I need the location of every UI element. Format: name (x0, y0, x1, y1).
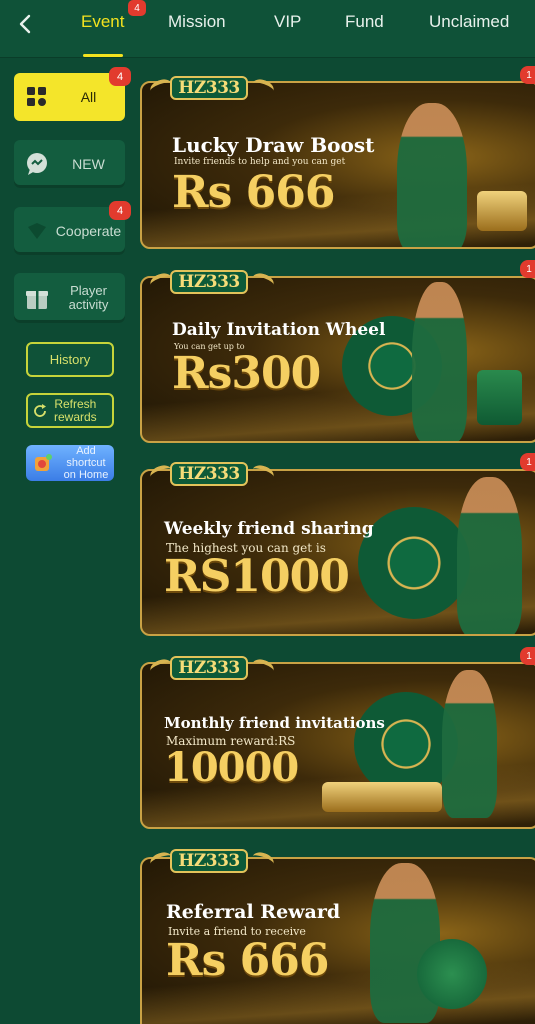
banner-amount: Rs300 (172, 348, 321, 399)
app-shortcut-icon (32, 452, 54, 474)
brand-logo: HZ333 (170, 76, 248, 100)
history-label: History (49, 351, 91, 367)
banner-title: Weekly friend sharing (164, 519, 374, 539)
tab-active-indicator (83, 54, 123, 57)
tab-vip[interactable]: VIP (274, 12, 301, 36)
tab-event[interactable]: Event (81, 12, 124, 36)
banner-badge: 1 (520, 66, 535, 84)
banner-amount: 10000 (164, 744, 299, 791)
tab-fund-label: Fund (345, 12, 384, 31)
banner-badge: 1 (520, 647, 535, 665)
event-banner-daily-wheel[interactable]: Daily Invitation Wheel You can get up to… (140, 276, 535, 443)
banner-subtitle: Invite friends to help and you can get (174, 157, 346, 167)
hostess-illustration (457, 477, 522, 634)
refresh-icon (34, 403, 46, 417)
event-banner-weekly-sharing[interactable]: Weekly friend sharing The highest you ca… (140, 469, 535, 636)
history-button[interactable]: History (26, 342, 114, 377)
friends-icon (417, 939, 487, 1009)
player-activity-line1: Player (70, 282, 107, 298)
sidebar-badge: 4 (109, 201, 131, 220)
banner-badge: 1 (520, 453, 535, 471)
tab-event-label: Event (81, 12, 125, 31)
banner-amount: Rs 666 (172, 167, 336, 218)
brand-logo: HZ333 (170, 849, 248, 873)
chat-icon (22, 149, 52, 179)
shield-icon (22, 216, 52, 246)
sidebar-item-all[interactable]: All 4 (14, 67, 131, 121)
banner-amount: RS1000 (164, 551, 350, 602)
tab-fund[interactable]: Fund (345, 12, 384, 36)
back-button[interactable] (12, 10, 38, 38)
player-activity-line2: activity (68, 297, 109, 312)
add-shortcut-button[interactable]: Add shortcut on Home (26, 445, 114, 481)
tab-mission-label: Mission (168, 12, 226, 31)
banner-badge: 1 (520, 260, 535, 278)
banner-title: Lucky Draw Boost (172, 133, 375, 157)
banner-title: Monthly friend invitations (164, 714, 385, 732)
event-banner-lucky-draw[interactable]: Lucky Draw Boost Invite friends to help … (140, 81, 535, 249)
refresh-line2: rewards (54, 409, 97, 424)
hostess-illustration (412, 282, 467, 441)
sidebar-item-label: Cooperate (55, 223, 122, 239)
top-nav: Event 4 Mission VIP Fund Unclaimed (0, 0, 535, 58)
sidebar-item-label: All (80, 89, 97, 105)
hostess-illustration (397, 103, 467, 247)
sidebar-item-new[interactable]: NEW (14, 140, 125, 188)
treasure-chest-illustration (477, 191, 527, 231)
brand-logo: HZ333 (170, 656, 248, 680)
gift-icon (22, 283, 52, 313)
prize-wheel-illustration (358, 507, 470, 619)
event-banner-monthly-invitations[interactable]: Monthly friend invitations Maximum rewar… (140, 662, 535, 829)
add-shortcut-line2: on Home (63, 469, 109, 482)
sidebar-item-label: Player activity (52, 282, 125, 313)
add-shortcut-line1: Add shortcut (66, 444, 106, 469)
tab-vip-label: VIP (274, 12, 302, 31)
sidebar-item-cooperate[interactable]: Cooperate 4 (14, 201, 131, 255)
brand-logo: HZ333 (170, 270, 248, 294)
gold-coins-illustration (322, 782, 442, 812)
hostess-illustration (442, 670, 497, 818)
refresh-rewards-button[interactable]: Refresh rewards (26, 393, 114, 428)
tab-event-badge: 4 (128, 0, 146, 16)
event-banner-referral-reward[interactable]: Referral Reward Invite a friend to recei… (140, 857, 535, 1024)
brand-logo: HZ333 (170, 462, 248, 486)
tab-unclaimed[interactable]: Unclaimed (429, 12, 509, 36)
banner-amount: Rs 666 (166, 935, 330, 986)
tab-mission[interactable]: Mission (168, 12, 226, 36)
sidebar-item-player-activity[interactable]: Player activity (14, 273, 125, 323)
add-shortcut-label: Add shortcut on Home (58, 445, 114, 481)
grid-icon (22, 82, 52, 112)
sidebar-item-label: NEW (72, 156, 105, 172)
refresh-rewards-label: Refresh rewards (54, 398, 97, 423)
banner-title: Daily Invitation Wheel (172, 320, 386, 340)
banner-title: Referral Reward (166, 901, 341, 923)
tab-unclaimed-label: Unclaimed (429, 12, 510, 31)
friends-icon (477, 370, 522, 425)
chevron-left-icon (19, 14, 31, 34)
sidebar-badge: 4 (109, 67, 131, 86)
